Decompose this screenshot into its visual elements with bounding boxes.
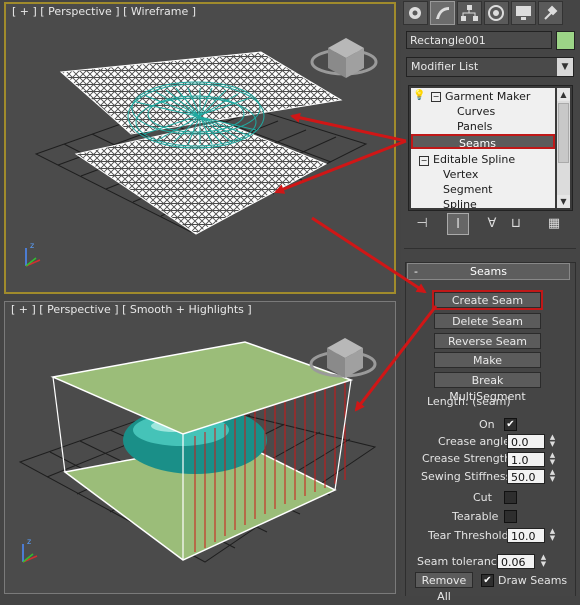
scroll-up-icon[interactable]: ▲	[557, 88, 570, 101]
draw-seams-checkbox[interactable]: ✔	[481, 574, 494, 587]
object-name-field[interactable]: Rectangle001	[406, 31, 552, 49]
crease-strength-input[interactable]: 1.0	[507, 452, 545, 467]
spinner-icon[interactable]: ▲ ▼	[539, 554, 548, 569]
cut-checkbox[interactable]	[504, 491, 517, 504]
modifier-list-label: Modifier List	[411, 60, 479, 73]
divider	[404, 248, 576, 249]
stack-scrollbar[interactable]: ▲ ▼	[557, 88, 570, 208]
stack-toolbar: ⊣ Ⅰ ∀ ⊔ ▦	[401, 213, 580, 237]
shaded-scene: z	[18, 338, 377, 563]
object-color-swatch[interactable]	[556, 31, 575, 50]
stack-item-panels[interactable]: Panels	[457, 119, 492, 134]
seams-rollout-header[interactable]: - Seams	[407, 263, 570, 280]
show-end-result-icon[interactable]: Ⅰ	[447, 213, 469, 235]
sewing-stiffness-input[interactable]: 50.0	[507, 469, 545, 484]
stack-item-spline[interactable]: Spline	[443, 197, 477, 208]
stack-item-garment-maker[interactable]: Garment Maker	[445, 89, 530, 104]
view-cube-icon[interactable]	[309, 338, 377, 378]
draw-seams-label: Draw Seams	[498, 574, 568, 587]
remove-modifier-icon[interactable]: ⊔	[505, 213, 527, 235]
spinner-icon[interactable]: ▲ ▼	[548, 528, 557, 543]
tearable-label: Tearable	[452, 510, 499, 523]
lower-panel-mesh	[74, 121, 328, 235]
seam-tolerance-input[interactable]: 0.06	[497, 554, 535, 569]
stack-item-seams[interactable]: Seams	[411, 134, 555, 150]
sewing-stiffness-label: Sewing Stiffness	[421, 470, 512, 483]
command-panel-tabs	[401, 0, 580, 26]
make-unique-icon[interactable]: ∀	[481, 213, 503, 235]
make-multisegment-button[interactable]: Make MultiSegment	[434, 352, 541, 383]
remove-all-button[interactable]: Remove All	[415, 572, 473, 603]
stack-item-editable-spline[interactable]: Editable Spline	[433, 152, 515, 167]
viewport-perspective-smooth[interactable]: z [ + ] [ Perspective ] [ Smooth + Highl…	[4, 301, 396, 594]
rollout-title: Seams	[470, 265, 507, 278]
spinner-icon[interactable]: ▲ ▼	[548, 452, 557, 467]
viewport-label[interactable]: [ + ] [ Perspective ] [ Wireframe ]	[12, 5, 196, 18]
collapse-icon[interactable]: -	[414, 264, 418, 279]
crease-strength-label: Crease Strength	[422, 452, 512, 465]
modifier-list-dropdown[interactable]: Modifier List ▼	[406, 57, 574, 77]
tear-threshold-input[interactable]: 10.0	[507, 528, 545, 543]
crease-angle-label: Crease angle	[438, 435, 510, 448]
checkmark-icon: ✔	[506, 419, 515, 430]
axis-tripod-icon: z	[22, 537, 38, 563]
upper-panel	[50, 341, 354, 435]
cut-label: Cut	[473, 491, 492, 504]
collapse-icon[interactable]: −	[431, 92, 441, 102]
scroll-thumb[interactable]	[558, 103, 569, 163]
checkmark-icon: ✔	[483, 575, 492, 586]
spinner-icon[interactable]: ▲ ▼	[548, 469, 557, 484]
seam-tolerance-label: Seam tolerance	[417, 555, 504, 568]
view-cube-icon[interactable]	[310, 38, 378, 78]
modifier-stack: 💡 − Garment Maker Curves Panels Seams − …	[408, 85, 573, 211]
tear-threshold-label: Tear Threshold	[428, 529, 509, 542]
spinner-icon[interactable]: ▲ ▼	[548, 434, 557, 449]
create-icon[interactable]	[403, 1, 428, 25]
svg-text:z: z	[27, 537, 31, 546]
motion-icon[interactable]	[484, 1, 509, 25]
reverse-seam-button[interactable]: Reverse Seam	[434, 333, 541, 349]
lightbulb-icon[interactable]: 💡	[413, 90, 425, 101]
viewport-label[interactable]: [ + ] [ Perspective ] [ Smooth + Highlig…	[11, 303, 252, 316]
viewport-perspective-wireframe[interactable]: z [ + ] [ Perspective ] [ Wireframe ]	[4, 2, 396, 294]
length-label: Length: (seam)	[427, 395, 511, 408]
crease-angle-input[interactable]: 0.0	[507, 434, 545, 449]
modifier-stack-list: 💡 − Garment Maker Curves Panels Seams − …	[411, 88, 555, 208]
scroll-down-icon[interactable]: ▼	[557, 195, 570, 208]
collapse-icon[interactable]: −	[419, 156, 429, 166]
chevron-down-icon[interactable]: ▼	[557, 58, 573, 76]
utilities-icon[interactable]	[538, 1, 563, 25]
hierarchy-icon[interactable]	[457, 1, 482, 25]
on-label: On	[479, 418, 495, 431]
stack-item-vertex[interactable]: Vertex	[443, 167, 478, 182]
axis-tripod-icon: z	[25, 241, 41, 267]
configure-sets-icon[interactable]: ▦	[543, 213, 565, 235]
svg-text:z: z	[30, 241, 34, 250]
break-multisegment-button[interactable]: Break MultiSegment	[434, 372, 541, 403]
modify-icon[interactable]	[430, 1, 455, 25]
on-checkbox[interactable]: ✔	[504, 418, 517, 431]
pin-stack-icon[interactable]: ⊣	[411, 213, 433, 235]
create-seam-button[interactable]: Create Seam	[432, 290, 543, 310]
stack-item-curves[interactable]: Curves	[457, 104, 495, 119]
delete-seam-button[interactable]: Delete Seam	[434, 313, 541, 329]
command-panel: Rectangle001 Modifier List ▼ 💡 − Garment…	[401, 0, 580, 603]
tearable-checkbox[interactable]	[504, 510, 517, 523]
stack-item-segment[interactable]: Segment	[443, 182, 493, 197]
wireframe-scene: z	[25, 38, 378, 267]
display-icon[interactable]	[511, 1, 536, 25]
upper-panel-mesh	[59, 51, 343, 135]
